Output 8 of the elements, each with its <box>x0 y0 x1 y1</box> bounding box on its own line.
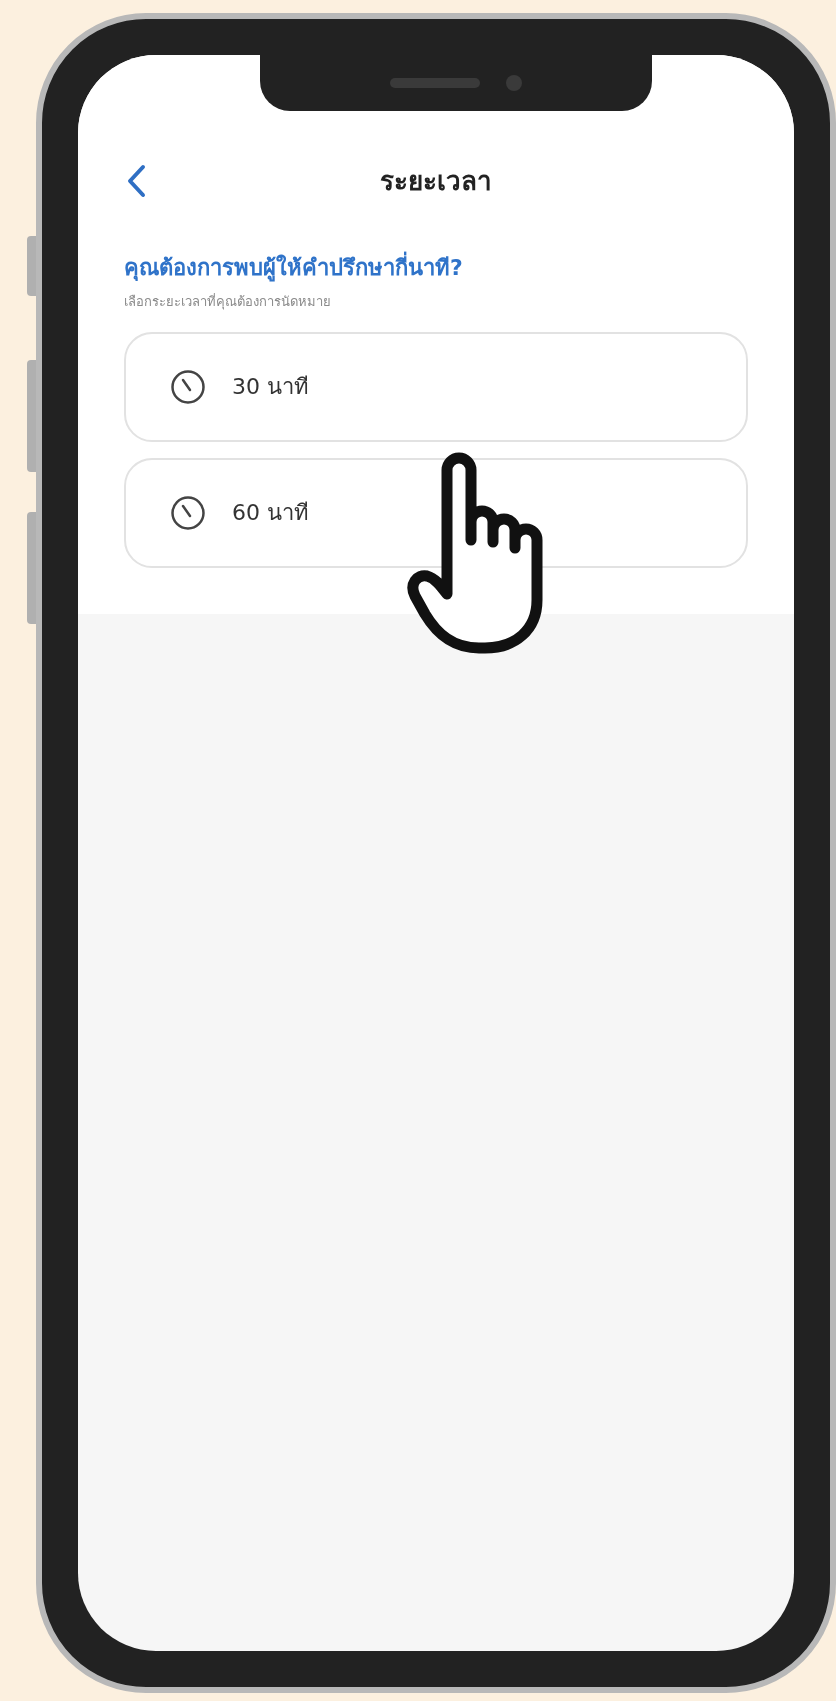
back-chevron-icon <box>126 164 146 198</box>
duration-option[interactable]: 30 นาที <box>124 331 748 442</box>
subtitle-text: เลือกระยะเวลาที่คุณต้องการนัดหมาย <box>124 292 332 312</box>
clock-icon <box>170 494 206 531</box>
clock-icon <box>170 368 206 405</box>
question-heading: คุณต้องการพบผู้ให้คำปรึกษากี่นาที? <box>124 251 748 284</box>
duration-option[interactable]: 60 นาที <box>124 457 748 568</box>
screen-title: ระยะเวลา <box>380 164 492 198</box>
